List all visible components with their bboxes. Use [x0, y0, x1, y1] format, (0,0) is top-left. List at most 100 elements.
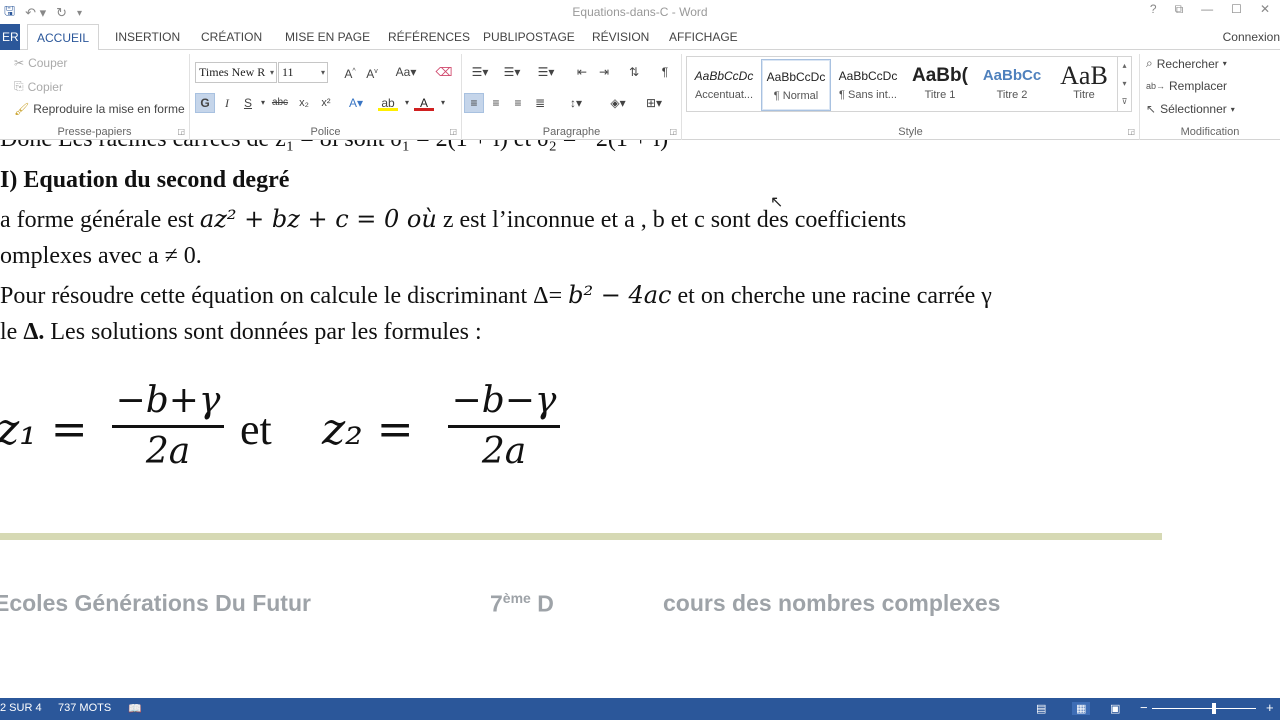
- footer-separator: [0, 533, 1162, 540]
- web-layout-icon[interactable]: ▣: [1110, 702, 1120, 715]
- help-icon[interactable]: ?: [1150, 2, 1157, 17]
- page-indicator[interactable]: 2 SUR 4: [0, 702, 42, 714]
- more-styles-icon[interactable]: ⊽: [1118, 93, 1131, 111]
- pilcrow-icon[interactable]: ¶: [655, 62, 675, 82]
- minimize-icon[interactable]: —: [1201, 2, 1213, 17]
- superscript-button[interactable]: x²: [316, 93, 336, 113]
- zoom-slider[interactable]: [1152, 708, 1256, 709]
- bold-button[interactable]: G: [195, 93, 215, 113]
- numbering-icon[interactable]: ☰▾: [498, 62, 526, 82]
- footer-school: Ecoles Générations Du Futur: [0, 590, 311, 616]
- tab-file[interactable]: ER: [0, 24, 20, 50]
- decrease-indent-icon[interactable]: ⇤: [572, 62, 592, 82]
- binoculars-icon: ⌕: [1146, 56, 1153, 70]
- dialog-launcher-icon[interactable]: ◲: [449, 127, 457, 136]
- footer-course: cours des nombres complexes: [663, 590, 1001, 616]
- tab-creation[interactable]: CRÉATION: [201, 24, 262, 50]
- italic-button[interactable]: I: [217, 93, 237, 113]
- style-titre[interactable]: AaB Titre: [1049, 59, 1119, 111]
- text-line-solutions: le Δ. Les solutions sont données par les…: [0, 319, 482, 346]
- justify-icon[interactable]: ≣: [530, 93, 550, 113]
- strikethrough-button[interactable]: abc: [270, 93, 290, 113]
- dialog-launcher-icon[interactable]: ◲: [669, 127, 677, 136]
- word-count[interactable]: 737 MOTS: [58, 702, 111, 714]
- borders-icon[interactable]: ⊞▾: [640, 93, 668, 113]
- align-right-icon[interactable]: ≡: [508, 93, 528, 113]
- class-number: 7: [490, 590, 503, 617]
- section-heading: I) Equation du second degré: [0, 167, 290, 193]
- line-spacing-icon[interactable]: ↕▾: [562, 93, 590, 113]
- text-span: Pour résoudre cette équation on calcule …: [0, 283, 569, 309]
- document-area[interactable]: Donc Les racines carrées de z₁ = 8i sont…: [0, 140, 1280, 698]
- style-preview: AaBbCcDc: [766, 70, 826, 84]
- zoom-in-icon[interactable]: +: [1266, 700, 1274, 715]
- increase-indent-icon[interactable]: ⇥: [594, 62, 614, 82]
- maximize-icon[interactable]: ☐: [1231, 2, 1242, 17]
- style-sans-interligne[interactable]: AaBbCcDc ¶ Sans int...: [833, 59, 903, 111]
- style-preview: AaBbCcDc: [838, 69, 898, 83]
- z2-numerator: −b−γ: [451, 380, 557, 421]
- zoom-slider-thumb[interactable]: [1212, 703, 1217, 714]
- group-font: Times New R ▾ 11 ▾ A^ Av Aa▾ ⌫ G I S ▾ a…: [190, 54, 462, 140]
- style-titre-2[interactable]: AaBbCc Titre 2: [977, 59, 1047, 111]
- style-titre-1[interactable]: AaBb( Titre 1: [905, 59, 975, 111]
- tab-affichage[interactable]: AFFICHAGE: [669, 24, 738, 50]
- clear-format-icon[interactable]: ⌫: [434, 62, 454, 82]
- tab-insertion[interactable]: INSERTION: [115, 24, 180, 50]
- read-mode-icon[interactable]: ▤: [1036, 702, 1046, 715]
- chevron-down-icon[interactable]: ▾: [433, 93, 453, 113]
- align-left-icon[interactable]: ≡: [464, 93, 484, 113]
- bullets-icon[interactable]: ☰▾: [466, 62, 494, 82]
- tab-accueil[interactable]: ACCUEIL: [27, 24, 99, 51]
- format-painter-button[interactable]: 🖌 Reproduire la mise en forme: [14, 102, 185, 116]
- select-button[interactable]: ↖ Sélectionner ▾: [1146, 102, 1235, 116]
- gallery-scroll[interactable]: ▴ ▾ ⊽: [1117, 57, 1131, 111]
- style-name: Titre 2: [996, 89, 1028, 101]
- dialog-launcher-icon[interactable]: ◲: [1127, 127, 1135, 136]
- copy-button[interactable]: ⎘ Copier: [14, 79, 63, 94]
- z2-denominator: 2a: [481, 431, 527, 472]
- close-icon[interactable]: ✕: [1260, 2, 1270, 17]
- print-layout-icon[interactable]: ▦: [1072, 702, 1091, 715]
- font-size-combo[interactable]: 11 ▾: [278, 62, 328, 83]
- chevron-down-icon[interactable]: ▾: [1118, 75, 1131, 93]
- login-link[interactable]: Connexion: [1223, 24, 1280, 50]
- shading-icon[interactable]: ◈▾: [604, 93, 632, 113]
- style-name: Accentuat...: [694, 89, 754, 101]
- sort-icon[interactable]: ⇅: [624, 62, 644, 82]
- multilevel-list-icon[interactable]: ☰▾: [532, 62, 560, 82]
- grow-font-icon[interactable]: A^: [340, 62, 360, 82]
- change-case-icon[interactable]: Aa▾: [392, 62, 420, 82]
- chevron-up-icon[interactable]: ▴: [1118, 57, 1131, 75]
- text-line-discriminant: Pour résoudre cette équation on calcule …: [0, 281, 992, 310]
- format-painter-label: Reproduire la mise en forme: [33, 102, 185, 116]
- subscript-button[interactable]: x₂: [294, 93, 314, 113]
- style-normal[interactable]: AaBbCcDc ¶ Normal: [761, 59, 831, 111]
- tab-revision[interactable]: RÉVISION: [592, 24, 649, 50]
- font-color-icon[interactable]: A: [414, 93, 434, 111]
- text-effects-icon[interactable]: A▾: [346, 93, 366, 113]
- ribbon-display-icon[interactable]: ⧉: [1175, 2, 1184, 17]
- shrink-font-icon[interactable]: Av: [362, 62, 382, 82]
- document-page[interactable]: Donc Les racines carrées de z₁ = 8i sont…: [0, 140, 1162, 698]
- highlight-icon[interactable]: ab: [378, 93, 398, 111]
- z2-fraction: −b−γ 2a: [448, 380, 560, 473]
- tab-mise-en-page[interactable]: MISE EN PAGE: [285, 24, 370, 50]
- replace-button[interactable]: ab→ Remplacer: [1146, 79, 1227, 93]
- zoom-out-icon[interactable]: −: [1140, 700, 1148, 715]
- dialog-launcher-icon[interactable]: ◲: [177, 127, 185, 136]
- align-center-icon[interactable]: ≡: [486, 93, 506, 113]
- footer-class: 7ème D: [490, 590, 554, 618]
- scissors-icon: ✂: [14, 56, 25, 70]
- proofing-icon[interactable]: 📖: [128, 702, 142, 715]
- group-editing: ⌕ Rechercher ▾ ab→ Remplacer ↖ Sélection…: [1140, 54, 1280, 140]
- font-name-combo[interactable]: Times New R ▾: [195, 62, 277, 83]
- style-preview: AaBbCc: [982, 67, 1042, 84]
- tab-publipostage[interactable]: PUBLIPOSTAGE: [483, 24, 575, 50]
- text-span: le: [0, 319, 24, 345]
- tab-references[interactable]: RÉFÉRENCES: [388, 24, 470, 50]
- title-bar: 🖫 ↶ ▾ ↻ ▾ Equations-dans-C - Word ? ⧉ — …: [0, 0, 1280, 24]
- find-button[interactable]: ⌕ Rechercher ▾: [1146, 56, 1227, 71]
- style-accentuation[interactable]: AaBbCcDc Accentuat...: [689, 59, 759, 111]
- cut-button[interactable]: ✂ Couper: [14, 56, 67, 70]
